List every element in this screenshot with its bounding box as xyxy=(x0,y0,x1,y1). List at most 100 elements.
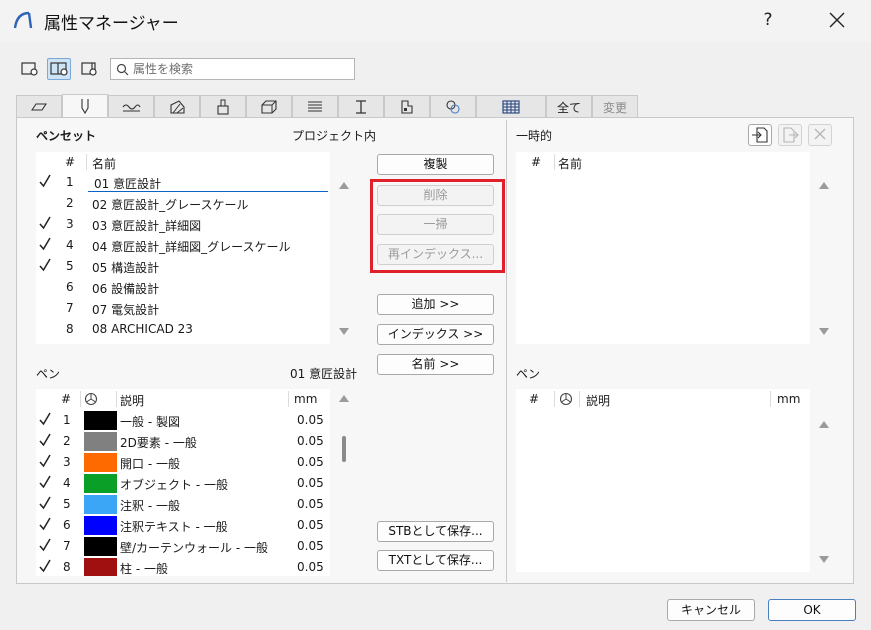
search-input[interactable] xyxy=(133,61,351,77)
table-row[interactable]: 6 注釈テキスト - 一般 0.05 xyxy=(36,515,330,536)
temporary-list[interactable]: # 名前 xyxy=(516,152,810,344)
zone-category-icon xyxy=(401,100,413,114)
layer-icon xyxy=(30,103,48,111)
scroll-up-icon[interactable] xyxy=(338,393,350,403)
scroll-up-icon[interactable] xyxy=(818,180,830,190)
list-item[interactable]: 3 03 意匠設計_詳細図 xyxy=(36,214,330,235)
table-row[interactable]: 5 注釈 - 一般 0.05 xyxy=(36,494,330,515)
table-row[interactable]: 3 開口 - 一般 0.05 xyxy=(36,452,330,473)
list-item[interactable]: 4 04 意匠設計_詳細図_グレースケール xyxy=(36,235,330,256)
list-item[interactable]: 6 06 設備設計 xyxy=(36,277,330,298)
pen-list[interactable]: # 説明 mm 1 一般 - 製図 0.05 2 2D要素 - 一般 0.05 3 開口 - … xyxy=(36,389,330,576)
tab-change[interactable]: 変更 xyxy=(592,95,638,118)
pen-width: 0.05 xyxy=(297,476,324,490)
scroll-up-icon[interactable] xyxy=(338,180,350,190)
pen-description: 柱 - 一般 xyxy=(120,562,168,576)
cancel-button[interactable]: キャンセル xyxy=(667,599,755,621)
col-num-header: # xyxy=(529,392,540,406)
tab-zone-categories[interactable] xyxy=(384,95,430,118)
tab-pens[interactable] xyxy=(62,94,108,119)
scroll-down-icon[interactable] xyxy=(818,555,830,565)
search-box[interactable] xyxy=(110,58,355,80)
add-button[interactable]: 追加 >> xyxy=(377,294,494,315)
pen-width: 0.05 xyxy=(297,497,324,511)
scroll-up-icon[interactable] xyxy=(818,419,830,429)
tab-all[interactable]: 全て xyxy=(546,95,592,118)
duplicate-button[interactable]: 複製 xyxy=(377,154,494,175)
index-button[interactable]: インデックス >> xyxy=(377,324,494,345)
tab-composites[interactable] xyxy=(292,95,338,118)
table-row[interactable]: 7 壁/カーテンウォール - 一般 0.05 xyxy=(36,536,330,557)
penset-list[interactable]: # 名前 1 01 意匠設計 2 02 意匠設計_グレースケール 3 03 意匠設計_詳細… xyxy=(36,152,330,344)
table-row[interactable]: 8 柱 - 一般 0.05 xyxy=(36,557,330,576)
view-list-button[interactable] xyxy=(18,58,42,80)
pen-width: 0.05 xyxy=(297,518,324,532)
penset-num: 4 xyxy=(66,238,74,252)
selection-underline xyxy=(88,191,328,192)
save-txt-button[interactable]: TXTとして保存... xyxy=(377,550,494,571)
save-stb-button[interactable]: STBとして保存... xyxy=(377,521,494,542)
pen-color-swatch xyxy=(84,432,117,451)
pen-color-swatch xyxy=(84,558,117,576)
checkmark-icon xyxy=(39,517,51,531)
import-file-icon xyxy=(752,127,768,143)
import-button[interactable] xyxy=(748,124,772,146)
tab-profiles[interactable] xyxy=(338,95,384,118)
list-item[interactable]: 7 07 電気設計 xyxy=(36,298,330,319)
pen-description: 壁/カーテンウォール - 一般 xyxy=(120,541,269,555)
list-item[interactable]: 8 08 ARCHICAD 23 xyxy=(36,319,330,340)
remove-temp-button[interactable] xyxy=(808,124,832,146)
scroll-down-icon[interactable] xyxy=(338,327,350,337)
penset-num: 8 xyxy=(66,322,74,336)
temp-pen-list[interactable]: # 説明 mm xyxy=(516,389,810,572)
tab-line-types[interactable] xyxy=(108,95,154,118)
tab-building-materials[interactable] xyxy=(246,95,292,118)
tab-surfaces[interactable] xyxy=(200,95,246,118)
name-button[interactable]: 名前 >> xyxy=(377,354,494,375)
checkmark-icon xyxy=(39,475,51,489)
penset-list-header: # 名前 xyxy=(36,152,330,172)
scrollbar-thumb[interactable] xyxy=(342,436,346,462)
mep-system-icon xyxy=(446,100,460,114)
tab-markup-styles[interactable] xyxy=(476,95,546,118)
checkmark-icon xyxy=(39,258,51,272)
close-icon[interactable] xyxy=(820,4,854,36)
column-separator xyxy=(554,154,555,170)
pen-width: 0.05 xyxy=(297,434,324,448)
list-item[interactable]: 2 02 意匠設計_グレースケール xyxy=(36,193,330,214)
penset-num: 7 xyxy=(66,301,74,315)
penset-name: 04 意匠設計_詳細図_グレースケール xyxy=(92,240,291,254)
temporary-list-header: # 名前 xyxy=(516,152,810,172)
checkmark-icon xyxy=(39,433,51,447)
column-separator xyxy=(770,391,771,407)
checkmark-icon xyxy=(39,559,51,573)
scroll-down-icon[interactable] xyxy=(818,327,830,337)
tab-fills[interactable] xyxy=(154,95,200,118)
temp-pen-list-header: # 説明 mm xyxy=(516,389,810,409)
pen-num: 8 xyxy=(63,560,71,574)
tab-mep-systems[interactable] xyxy=(430,95,476,118)
export-button[interactable] xyxy=(778,124,802,146)
help-button[interactable]: ? xyxy=(754,6,782,34)
temp-pens-label: ペン xyxy=(516,367,541,381)
view-split-button[interactable] xyxy=(47,58,71,80)
table-row[interactable]: 1 一般 - 製図 0.05 xyxy=(36,410,330,431)
col-num-header: # xyxy=(61,392,72,406)
pen-num: 3 xyxy=(63,455,71,469)
building-material-icon xyxy=(261,100,277,114)
export-file-icon xyxy=(783,127,799,143)
pen-description: オブジェクト - 一般 xyxy=(120,478,228,492)
pen-num: 6 xyxy=(63,518,71,532)
table-row[interactable]: 4 オブジェクト - 一般 0.05 xyxy=(36,473,330,494)
tab-layers[interactable] xyxy=(16,95,62,118)
pen-num: 2 xyxy=(63,434,71,448)
list-item[interactable]: 1 01 意匠設計 xyxy=(36,172,330,193)
list-item[interactable]: 5 05 構造設計 xyxy=(36,256,330,277)
col-num-header: # xyxy=(531,155,542,169)
archicad-logo-icon xyxy=(13,11,33,29)
checkmark-icon xyxy=(39,216,51,230)
table-row[interactable]: 2 2D要素 - 一般 0.05 xyxy=(36,431,330,452)
penset-label: ペンセット xyxy=(36,129,97,143)
view-detail-button[interactable] xyxy=(77,58,101,80)
ok-button[interactable]: OK xyxy=(768,599,856,621)
